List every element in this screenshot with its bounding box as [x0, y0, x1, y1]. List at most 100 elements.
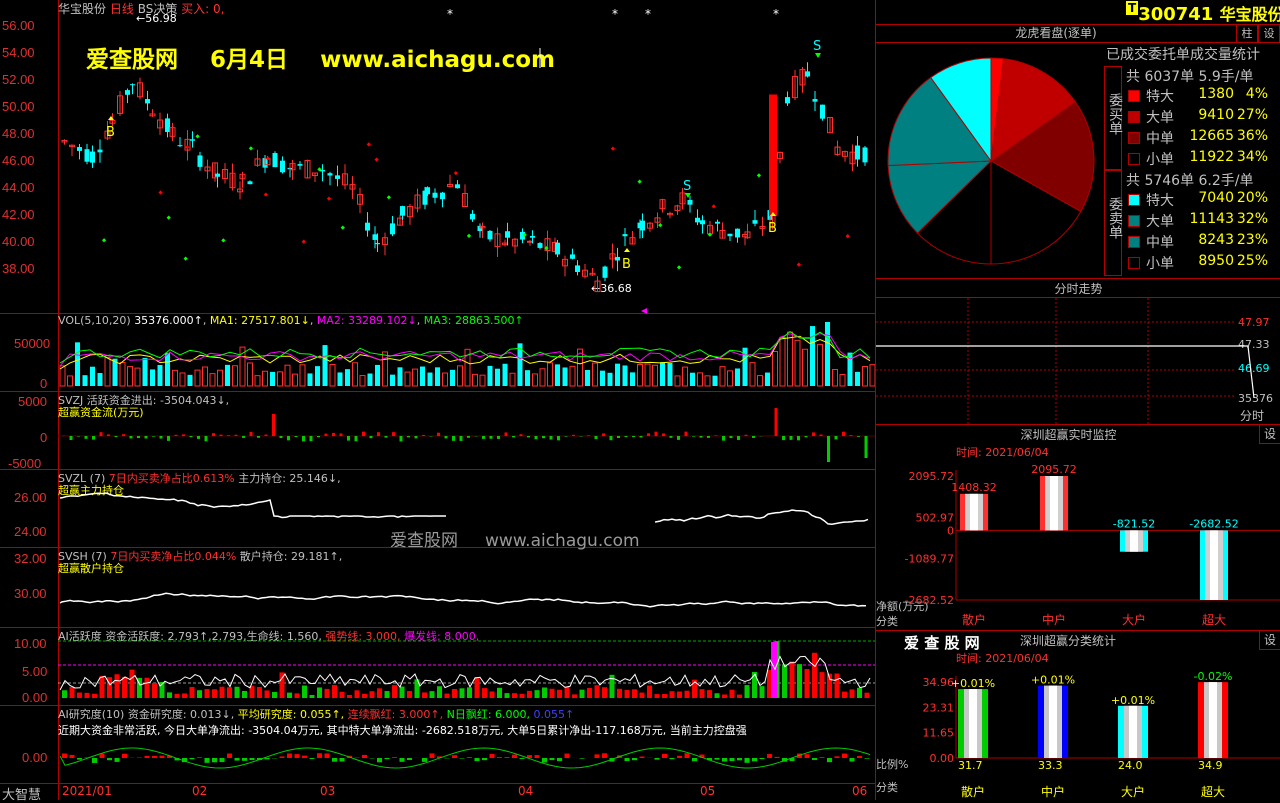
volume-bar — [285, 365, 290, 386]
volume-bars — [0, 314, 875, 392]
candle-body — [455, 184, 460, 188]
candle-body — [440, 193, 445, 200]
sell-side-label: 委卖单 — [1105, 197, 1125, 239]
research-bar — [295, 754, 300, 758]
fund-bar — [812, 432, 815, 436]
fund-bar — [302, 436, 305, 441]
volume-bar — [623, 365, 628, 386]
activity-bar — [647, 686, 652, 698]
order-pct: 36% — [1228, 128, 1268, 144]
activity-bar — [842, 692, 847, 698]
signal-dot — [712, 204, 716, 208]
volume-bar — [435, 367, 440, 386]
buy-signal: B — [768, 221, 777, 236]
volume-bar — [533, 374, 538, 386]
volume-bar — [855, 372, 860, 386]
activity-bar — [565, 686, 570, 698]
signal-dot — [167, 216, 171, 220]
research-bar — [70, 755, 75, 758]
fund-bar — [745, 435, 748, 436]
fund-bar — [775, 408, 778, 436]
classify-delta: +0.01% — [951, 677, 995, 690]
fund-bar — [782, 436, 785, 440]
volume-bar — [600, 371, 605, 386]
fund-bar — [565, 436, 568, 437]
volume-bar — [683, 367, 688, 386]
order-label: 大单 — [1146, 211, 1174, 231]
buy-signal: B — [622, 257, 631, 272]
fund-bar — [460, 436, 463, 441]
volume-bar — [75, 342, 80, 386]
x-tick: 03 — [320, 784, 335, 798]
bar-toggle-button[interactable]: 柱 — [1236, 24, 1258, 43]
fund-bar — [452, 436, 455, 441]
svzj-panel[interactable]: SVZJ 活跃资金进出: -3504.043↓, 超赢资金流(万元) 5000 … — [0, 392, 875, 470]
volume-bar — [180, 373, 185, 386]
research-bar — [377, 758, 382, 762]
volume-bar — [593, 363, 598, 386]
activity-bar — [145, 678, 150, 698]
candle-body — [298, 164, 303, 166]
volume-bar — [443, 373, 448, 386]
fund-bar — [790, 436, 793, 440]
svzl-panel[interactable]: SVZL (7) 7日内买卖净占比0.613% 主力持仓: 25.146↓, 超… — [0, 470, 875, 548]
candle-body — [215, 174, 220, 177]
monitor-bar-shine — [1210, 530, 1218, 600]
main-chart[interactable]: 华宝股份 日线 BS决策 买入: 0, ←56.98 ←36.68 爱查股网 6… — [0, 0, 875, 314]
activity-bar — [722, 695, 727, 698]
fund-bar — [722, 436, 725, 441]
sell-signal: S — [813, 39, 821, 54]
svsh-panel[interactable]: SVSH (7) 7日内买卖净占比0.044% 散户持仓: 29.181↑, 超… — [0, 548, 875, 628]
fund-bar — [407, 436, 410, 437]
intraday-panel[interactable]: 分时走势 47.97 47.33 46.69 35376 分时 — [876, 278, 1280, 425]
activity-bar — [317, 687, 322, 698]
activity-bar — [205, 689, 210, 698]
monitor-bar-shine — [1050, 476, 1058, 530]
fund-bar — [445, 436, 448, 438]
candle-body — [85, 149, 90, 162]
classify-delta: +0.01% — [1111, 694, 1155, 707]
activity-bar — [130, 670, 135, 698]
volume-bar — [398, 367, 403, 386]
legend-swatch — [1128, 257, 1140, 269]
candle-body — [700, 220, 705, 224]
research-bar — [865, 758, 870, 759]
fund-bar — [490, 436, 493, 439]
fund-bar — [212, 433, 215, 436]
fund-bar — [730, 436, 733, 438]
volume-panel[interactable]: VOL(5,10,20) 35376.000↑, MA1: 27517.801↓… — [0, 314, 875, 392]
activity-bar — [152, 683, 157, 698]
activity-bar — [771, 642, 777, 698]
monitor-category: 散户 — [962, 612, 986, 627]
stock-title-bar: T300741 华宝股份 — [876, 0, 1280, 25]
volume-bar — [450, 370, 455, 386]
order-label: 大单 — [1146, 107, 1174, 127]
candle-body — [695, 218, 700, 223]
volume-bar — [548, 363, 553, 386]
activity-bar — [175, 694, 180, 698]
activity-bar — [617, 689, 622, 698]
volume-bar — [668, 363, 673, 386]
activity-bar — [460, 688, 465, 698]
volume-bar — [165, 353, 170, 386]
volume-bar — [120, 363, 125, 386]
lhkp-panel: 龙虎看盘(逐单) 柱 设 已成交委托单成交量统计 委买单 共 6037单 5.9… — [876, 24, 1280, 279]
fund-bar — [835, 436, 838, 439]
ai-research-panel[interactable]: AI研究度(10) 资金研究度: 0.013↓, 平均研究度: 0.055↑, … — [0, 706, 875, 784]
monitor-value: 2095.72 — [1031, 463, 1077, 476]
research-bar — [287, 753, 292, 758]
monitor-bar-shine — [1130, 530, 1138, 551]
classify-bar-chart: 34.9623.3111.650.00+0.01%31.7散户+0.01%33.… — [876, 630, 1280, 800]
activity-bar — [70, 687, 75, 698]
order-pct: 23% — [1228, 232, 1268, 248]
activity-bar — [92, 694, 97, 698]
settings-button[interactable]: 设 — [1258, 24, 1280, 43]
volume-bar — [345, 369, 350, 386]
fund-bar — [107, 434, 110, 436]
ai-activity-panel[interactable]: AI活跃度 资金活跃度: 2.793↑,2.793,生命线: 1.560, 强势… — [0, 628, 875, 706]
research-bar — [580, 758, 585, 759]
signal-dot — [454, 171, 458, 175]
research-bar — [235, 758, 240, 761]
fund-bar — [287, 436, 290, 440]
research-bar — [535, 755, 540, 758]
